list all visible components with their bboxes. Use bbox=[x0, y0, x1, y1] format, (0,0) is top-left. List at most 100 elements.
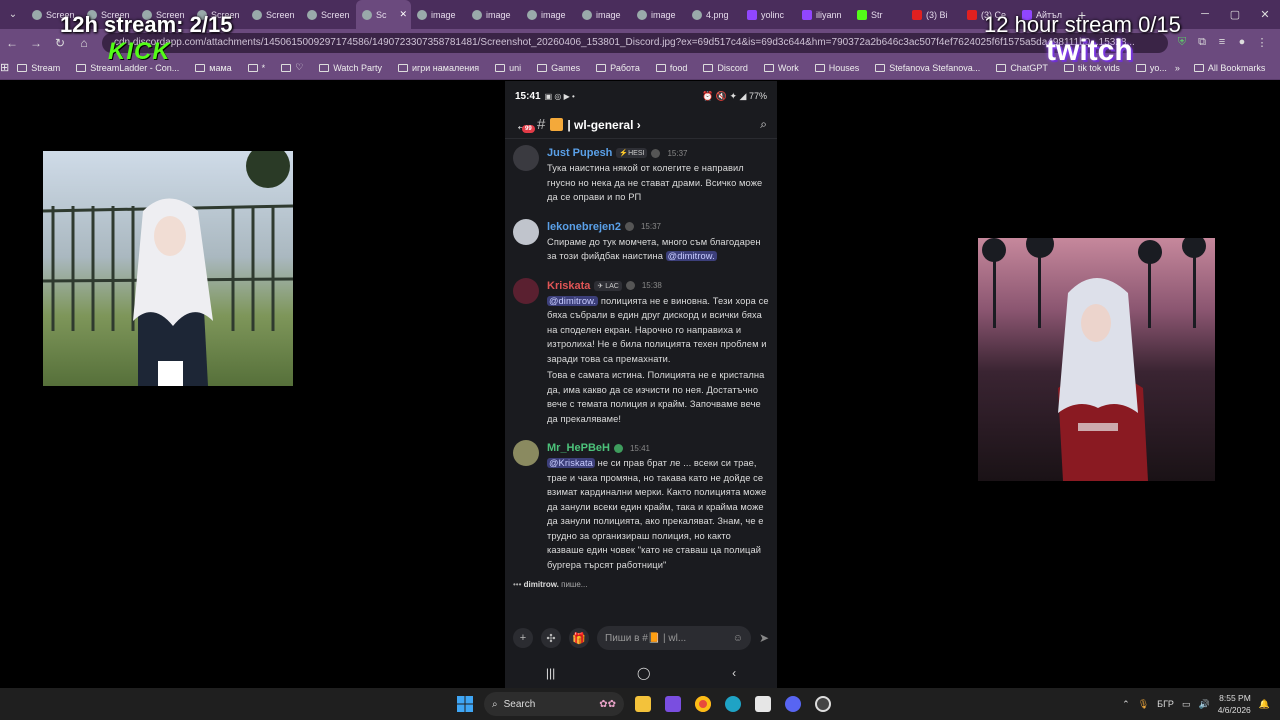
extensions-puzzle-icon[interactable]: ⧉ bbox=[1194, 36, 1210, 49]
bookmark-item[interactable]: Games bbox=[529, 62, 588, 73]
windows-taskbar: ⌕ Search ✿✿ ⌃ 🎙 БГР ▭ 🔊 8:55 PM 4/6/2026… bbox=[0, 688, 1280, 720]
start-windows-icon[interactable] bbox=[450, 688, 480, 720]
folder-icon bbox=[319, 63, 330, 72]
twitch-favicon-icon bbox=[747, 9, 757, 20]
plus-icon[interactable]: + bbox=[513, 628, 533, 648]
browser-tab[interactable]: yolinc bbox=[741, 0, 796, 29]
monitor-icon[interactable]: ▭ bbox=[1182, 699, 1191, 710]
browser-tab[interactable]: image bbox=[466, 0, 521, 29]
browser-tab[interactable]: image bbox=[521, 0, 576, 29]
bookmark-item[interactable]: * bbox=[240, 62, 274, 73]
microphone-icon[interactable]: 🎙 bbox=[1138, 699, 1149, 710]
speaker-icon[interactable]: 🔊 bbox=[1198, 699, 1209, 710]
chat-message[interactable]: Mr_НеРВеН 15:41 @Kriskata не си прав брат … bbox=[513, 440, 769, 572]
edge-icon[interactable] bbox=[718, 688, 748, 720]
bookmark-item[interactable]: Работа bbox=[588, 62, 648, 73]
browser-tab[interactable]: Str bbox=[851, 0, 906, 29]
user-mention[interactable]: @Kriskata bbox=[547, 458, 595, 468]
close-window-icon[interactable]: ✕ bbox=[1250, 8, 1280, 21]
globe-favicon-icon bbox=[637, 9, 647, 20]
avatar[interactable] bbox=[513, 440, 539, 466]
hashtag-icon: # bbox=[537, 116, 546, 133]
author-name[interactable]: Just Pupesh bbox=[547, 147, 612, 159]
media-control-icon[interactable]: ≡ bbox=[1214, 36, 1230, 49]
tab-search-menu-icon[interactable]: ⌄ bbox=[0, 0, 26, 29]
taskbar-search[interactable]: ⌕ Search ✿✿ bbox=[484, 692, 624, 716]
browser-tab[interactable]: Sc ✕ bbox=[356, 0, 411, 29]
user-mention[interactable]: @dimitrow. bbox=[547, 295, 599, 306]
status-time: 15:41 bbox=[515, 90, 541, 102]
author-name[interactable]: Mr_НеРВеН bbox=[547, 442, 610, 454]
recents-icon[interactable]: ||| bbox=[546, 666, 555, 680]
all-bookmarks-button[interactable]: All Bookmarks bbox=[1186, 63, 1274, 73]
taskbar-center: ⌕ Search ✿✿ bbox=[450, 688, 838, 720]
maximize-icon[interactable]: ▢ bbox=[1220, 8, 1250, 21]
bookmark-item[interactable]: игри намаления bbox=[390, 62, 487, 73]
browser-menu-icon[interactable]: ⋮ bbox=[1254, 36, 1270, 49]
tray-overflow-icon[interactable]: ⌃ bbox=[1122, 699, 1130, 710]
browser-tab[interactable]: Screen bbox=[246, 0, 301, 29]
bookmark-item[interactable]: ♡ bbox=[273, 62, 311, 73]
file-explorer-icon[interactable] bbox=[628, 688, 658, 720]
avatar[interactable] bbox=[513, 277, 539, 304]
bookmark-item[interactable]: Stefanova Stefanova... bbox=[867, 62, 988, 73]
apps-icon[interactable]: ✣ bbox=[541, 628, 561, 648]
channel-name[interactable]: | wl-general › bbox=[567, 118, 640, 132]
avatar[interactable] bbox=[513, 145, 539, 171]
gift-icon[interactable]: 🎁 bbox=[569, 628, 589, 648]
home-circle-icon[interactable]: ◯ bbox=[637, 666, 650, 680]
message-text: @dimitrow. полицията не е виновна. Тези … bbox=[547, 294, 769, 367]
browser-tab[interactable]: (3) Bi bbox=[906, 0, 961, 29]
search-icon[interactable]: ⌕ bbox=[760, 117, 767, 132]
browser-tab[interactable]: image bbox=[576, 0, 631, 29]
browser-tab[interactable]: 4.png bbox=[686, 0, 741, 29]
browser-tab[interactable]: image bbox=[411, 0, 466, 29]
browser-tab[interactable]: Screen bbox=[301, 0, 356, 29]
bookmark-item[interactable]: Discord bbox=[695, 62, 756, 73]
minimize-icon[interactable]: ─ bbox=[1190, 8, 1220, 21]
chat-message[interactable]: Just Pupesh ⚡HESI 15:37 Тука наистина някой… bbox=[513, 145, 769, 205]
notifications-icon[interactable]: 🔔 bbox=[1259, 699, 1270, 710]
bookmark-item[interactable]: food bbox=[648, 62, 696, 73]
message-input[interactable]: Пиши в #📙 | wl... ☺ bbox=[597, 626, 751, 650]
user-mention[interactable]: @dimitrow. bbox=[665, 251, 717, 261]
forward-arrow-icon[interactable]: → bbox=[24, 36, 48, 50]
bookmark-item[interactable]: yo... bbox=[1128, 62, 1175, 73]
chat-message[interactable]: lekonebrejen2 15:37 Спираме до тук момчета… bbox=[513, 218, 769, 264]
emoji-picker-icon[interactable]: ☺ bbox=[733, 633, 743, 644]
role-tag: ⚡HESI bbox=[616, 148, 648, 158]
clock-date: 4/6/2026 bbox=[1217, 705, 1251, 715]
chat-message[interactable]: Kriskata ✈ LAC 15:38 @dimitrow. полицията н… bbox=[513, 277, 769, 427]
browser-tab[interactable]: iliyann bbox=[796, 0, 851, 29]
bookmark-item[interactable]: Houses bbox=[807, 62, 868, 73]
discord-icon[interactable] bbox=[778, 688, 808, 720]
send-icon[interactable]: ➤ bbox=[759, 631, 769, 645]
folder-icon bbox=[875, 63, 886, 72]
bookmark-item[interactable]: Stream bbox=[9, 62, 68, 73]
bookmark-item[interactable]: uni bbox=[487, 62, 529, 73]
language-indicator[interactable]: БГР bbox=[1157, 699, 1174, 709]
notepad-icon[interactable] bbox=[748, 688, 778, 720]
obs-icon[interactable] bbox=[808, 688, 838, 720]
browser-tab[interactable]: image bbox=[631, 0, 686, 29]
bookmark-label: Watch Party bbox=[333, 62, 382, 73]
globe-favicon-icon bbox=[582, 9, 592, 20]
back-arrow-icon[interactable]: ← bbox=[0, 36, 24, 50]
android-back-icon[interactable]: ‹ bbox=[732, 666, 736, 680]
profile-avatar-icon[interactable]: ● bbox=[1234, 36, 1250, 49]
avatar[interactable] bbox=[513, 218, 539, 245]
bookmark-label: Houses bbox=[828, 62, 860, 73]
author-name[interactable]: lekonebrejen2 bbox=[547, 221, 621, 233]
apps-grid-icon[interactable]: ⊞ bbox=[0, 61, 9, 74]
author-name[interactable]: Kriskata bbox=[547, 280, 590, 292]
bookmark-item[interactable]: Watch Party bbox=[311, 62, 390, 73]
character-photo-right bbox=[978, 238, 1215, 481]
message-body: lekonebrejen2 15:37 Спираме до тук момчета… bbox=[547, 219, 769, 264]
bookmarks-overflow-icon[interactable]: » bbox=[1175, 63, 1180, 73]
close-tab-icon[interactable]: ✕ bbox=[399, 9, 407, 20]
taskbar-clock[interactable]: 8:55 PM 4/6/2026 bbox=[1218, 692, 1251, 716]
video-app-icon[interactable] bbox=[658, 688, 688, 720]
bookmark-item[interactable]: Work bbox=[756, 62, 807, 73]
bookmark-item[interactable]: мама bbox=[187, 62, 239, 73]
chrome-icon[interactable] bbox=[688, 688, 718, 720]
